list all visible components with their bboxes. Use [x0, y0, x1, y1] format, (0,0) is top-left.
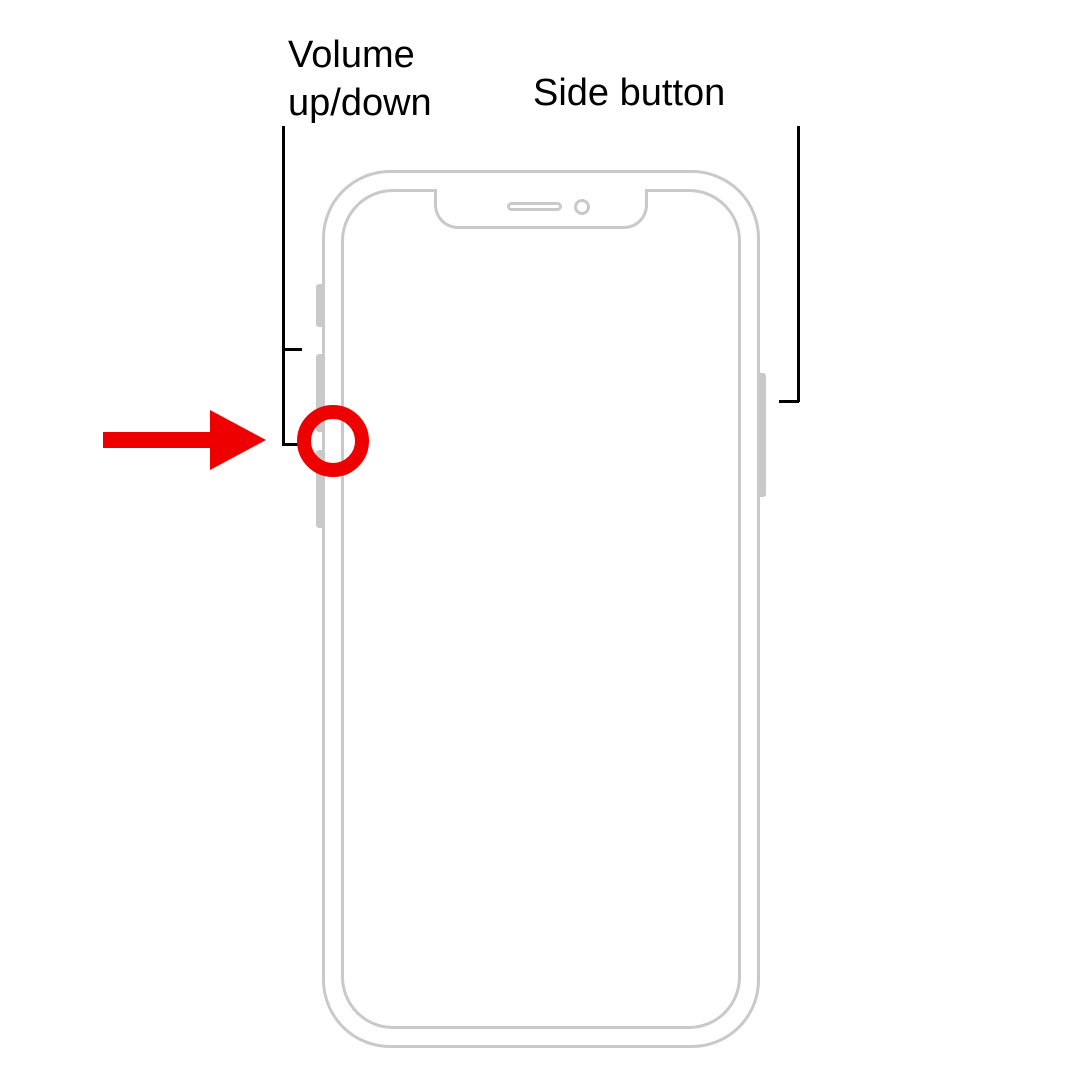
side-button-label: Side button: [533, 70, 725, 118]
phone-screen-outline: [341, 189, 741, 1029]
leader-line-volume: [282, 126, 285, 446]
side-button-icon: [760, 373, 766, 497]
leader-tick-side: [779, 400, 799, 403]
leader-line-side: [797, 126, 800, 402]
volume-buttons-label: Volume up/down: [288, 32, 488, 127]
speaker-slot-icon: [507, 202, 562, 211]
pointer-arrow-icon: [98, 404, 278, 476]
front-camera-icon: [574, 199, 590, 215]
leader-tick-volume-up: [282, 348, 302, 351]
highlight-circle-icon: [297, 405, 369, 477]
